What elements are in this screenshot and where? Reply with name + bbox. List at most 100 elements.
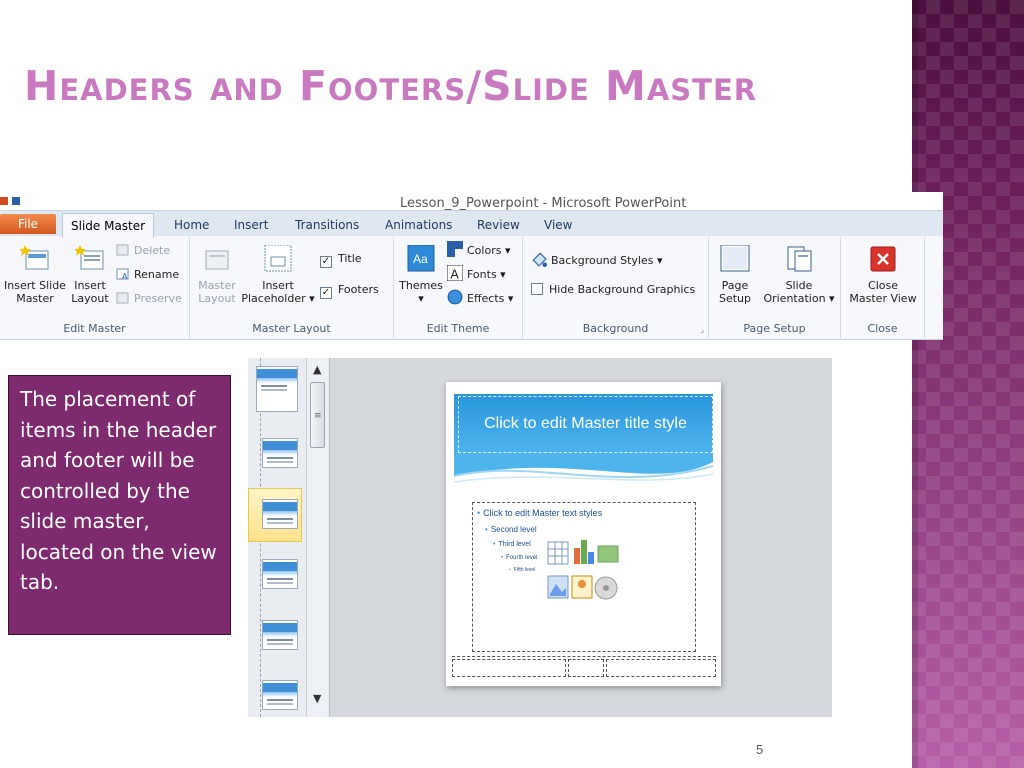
app-title: Lesson_9_Powerpoint - Microsoft PowerPoi… [400,196,687,211]
title-checkbox[interactable]: ✓ Title [320,251,362,268]
master-layout-button[interactable]: Master Layout [196,245,238,305]
preserve-label: Preserve [134,292,182,305]
master-footer-area [452,656,716,678]
callout-text: The placement of items in the header and… [20,387,217,594]
text-level-1: Click to edit Master text styles [477,508,602,518]
thumbnail-scrollbar[interactable]: ▲ ≡ ▼ [306,358,328,717]
insert-placeholder-label-2: Placeholder ▾ [241,292,315,305]
footer-date-placeholder[interactable] [452,659,566,677]
slide-orientation-icon [787,246,812,272]
footers-check-icon: ✓ [320,287,332,299]
scroll-down-icon[interactable]: ▼ [313,692,321,705]
thumbnail-pane: ▲ ≡ ▼ [248,358,330,717]
slide-orientation-button[interactable]: Slide Orientation ▾ [759,245,839,305]
slide: Headers and Footers/Slide Master Lesson_… [0,0,1024,768]
footer-text-placeholder[interactable] [568,659,604,677]
master-title-placeholder[interactable]: Click to edit Master title style [458,396,713,453]
window-titlebar: Lesson_9_Powerpoint - Microsoft PowerPoi… [0,192,943,211]
insert-slide-master-button[interactable]: Insert Slide Master [2,245,68,305]
quick-access-icons [0,197,96,205]
quick-access-toolbar[interactable] [0,194,96,211]
tab-home[interactable]: Home [166,215,217,237]
table-icon [547,541,569,565]
group-edit-theme: Aa Themes ▾ Colors ▾ A Fonts ▾ Effects ▾ … [394,237,523,338]
colors-button[interactable]: Colors ▾ [447,241,510,259]
scrollbar-thumb[interactable]: ≡ [310,382,325,448]
effects-button[interactable]: Effects ▾ [447,289,513,307]
group-master-layout: Master Layout Insert Placeholder ▾ ✓ Titl… [190,237,394,338]
hide-background-graphics-checkbox[interactable]: Hide Background Graphics [531,282,695,298]
close-master-view-label-1: Close [868,279,898,292]
page-setup-button[interactable]: Page Setup [715,245,755,305]
delete-button[interactable]: Delete [116,243,170,259]
insert-layout-label-2: Layout [71,292,109,305]
insert-placeholder-label-1: Insert [262,279,294,292]
preserve-icon [116,292,129,304]
master-layout-label-1: Master [198,279,236,292]
thumbnail-layout-1[interactable] [262,438,298,468]
fonts-icon: A [447,265,463,281]
close-master-view-label-2: Master View [849,292,917,305]
insert-slide-master-label-1: Insert Slide [4,279,66,292]
thumbnail-layout-5[interactable] [262,680,298,710]
tab-slide-master[interactable]: Slide Master [62,213,155,238]
page-setup-label-1: Page [721,279,749,292]
decorative-side-band [912,0,1024,768]
themes-label: Themes [399,279,443,292]
ribbon-tabbar: File Slide Master Home Insert Transition… [0,210,943,238]
themes-dropdown-icon: ▾ [418,292,424,305]
close-master-view-button[interactable]: Close Master View [845,245,921,305]
master-layout-icon [205,250,229,270]
page-number: 5 [756,742,764,757]
effects-icon [447,289,463,305]
master-slide-canvas[interactable]: Click to edit Master title style Click t… [446,382,721,686]
fonts-button[interactable]: A Fonts ▾ [447,265,506,283]
editor-screenshot: ▲ ≡ ▼ Click to edit Master title style C… [248,358,832,717]
preserve-button[interactable]: Preserve [116,291,182,307]
diamond-pattern [912,0,1024,768]
themes-button[interactable]: Aa Themes ▾ [398,245,444,305]
footers-checkbox[interactable]: ✓ Footers [320,282,379,299]
thumbnail-layout-2[interactable] [262,499,298,529]
close-icon [870,246,896,272]
slide-title: Headers and Footers/Slide Master [24,62,758,110]
paint-bucket-icon [532,252,547,267]
tab-view[interactable]: View [536,215,580,237]
insert-placeholder-button[interactable]: Insert Placeholder ▾ [240,245,316,305]
callout-box: The placement of items in the header and… [8,375,231,635]
banner-wave-graphic [454,452,713,483]
rename-button[interactable]: A Rename [116,267,179,283]
delete-label: Delete [134,244,171,257]
tab-file[interactable]: File [0,214,56,234]
fonts-label: Fonts ▾ [467,268,506,281]
text-level-5: Fifth level [509,567,535,573]
content-placeholder-icons[interactable] [546,538,626,610]
svg-text:A: A [450,268,459,281]
thumbnail-layout-3[interactable] [262,559,298,589]
group-label-master-layout: Master Layout [252,322,331,335]
svg-text:A: A [122,272,128,281]
footer-slide-number-placeholder[interactable] [606,659,716,677]
smartart-icon [597,545,619,563]
thumbnail-slide-master[interactable] [256,366,298,412]
insert-layout-label-1: Insert [74,279,106,292]
background-styles-label: Background Styles ▾ [551,254,663,267]
background-styles-button[interactable]: Background Styles ▾ [531,251,663,269]
themes-icon: Aa [407,245,435,272]
thumbnail-layout-4[interactable] [262,620,298,650]
tab-insert[interactable]: Insert [226,215,276,237]
colors-icon [447,241,463,257]
group-background: Background Styles ▾ Hide Background Grap… [523,237,709,338]
effects-label: Effects ▾ [467,292,514,305]
insert-layout-button[interactable]: Insert Layout [70,245,110,305]
master-layout-label-2: Layout [198,292,236,305]
title-check-icon: ✓ [320,256,332,268]
title-checkbox-label: Title [338,252,362,265]
group-label-edit-master: Edit Master [63,322,126,335]
insert-slide-master-icon [20,245,49,270]
scroll-up-icon[interactable]: ▲ [313,363,321,376]
tab-review[interactable]: Review [469,215,528,237]
insert-layout-icon [75,245,104,270]
tab-transitions[interactable]: Transitions [287,215,367,237]
tab-animations[interactable]: Animations [377,215,460,237]
